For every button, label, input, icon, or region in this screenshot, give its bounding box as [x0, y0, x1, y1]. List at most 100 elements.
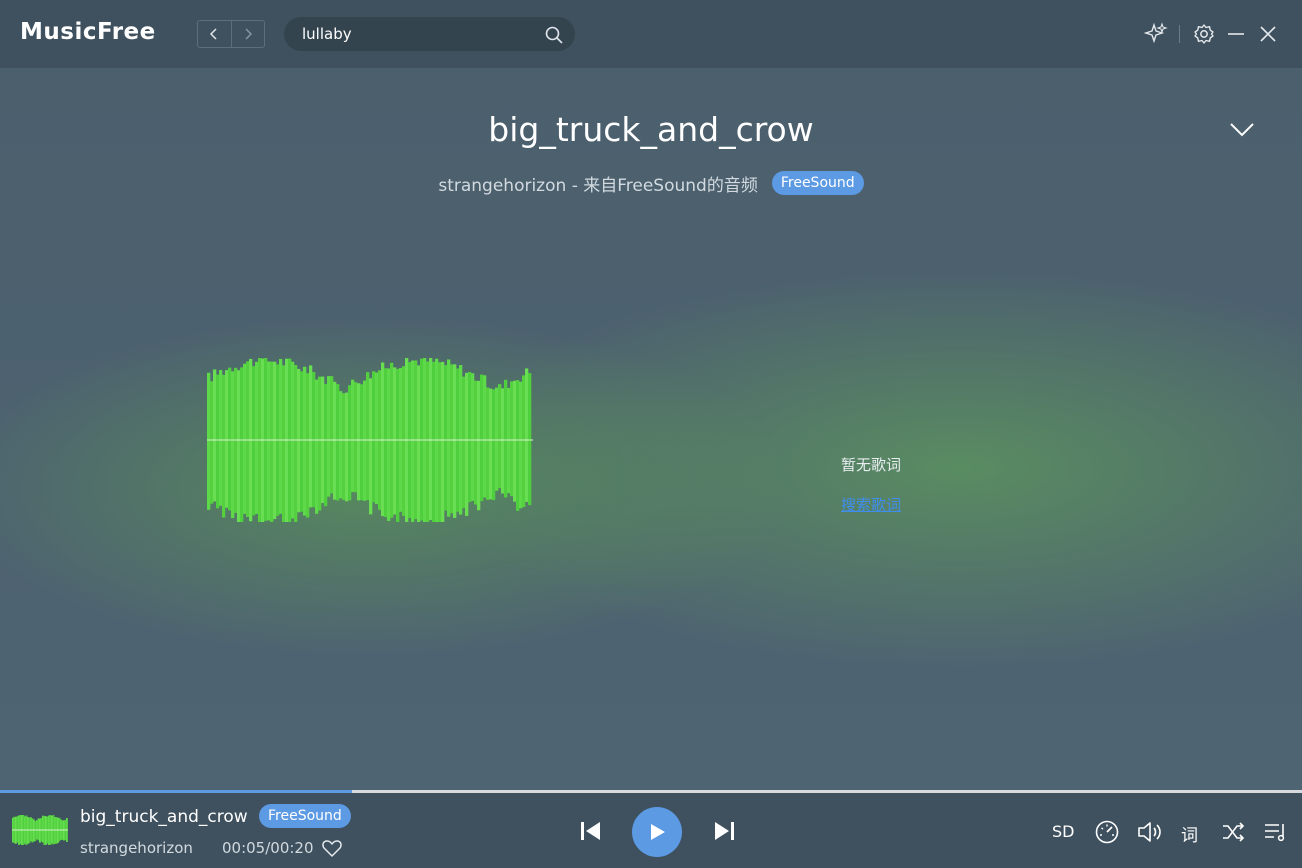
waveform-bar: [441, 361, 445, 522]
waveform-bar: [450, 364, 454, 514]
waveform-bar: [462, 376, 466, 509]
waveform-bar: [387, 368, 391, 521]
waveform-bar: [513, 380, 517, 502]
player-bar: big_truck_and_crow FreeSound strangehori…: [0, 793, 1302, 868]
waveform-bar: [477, 380, 481, 511]
waveform-bar: [384, 368, 388, 518]
waveform-bar: [318, 376, 322, 511]
volume-icon[interactable]: [1136, 819, 1164, 845]
waveform-bar: [411, 360, 415, 522]
app-logo: MusicFree: [20, 19, 156, 45]
waveform-bar: [357, 383, 361, 501]
waveform-bar: [438, 362, 442, 522]
heart-icon[interactable]: [321, 837, 343, 859]
play-button[interactable]: [632, 807, 682, 857]
waveform-bar: [306, 373, 310, 518]
waveform-bar: [372, 371, 376, 503]
playlist-icon[interactable]: [1263, 820, 1289, 844]
waveform-bar: [231, 371, 235, 519]
waveform-bar: [282, 365, 286, 522]
close-icon[interactable]: [1256, 22, 1280, 46]
search-icon[interactable]: [544, 25, 564, 45]
waveform-bar: [237, 370, 241, 522]
waveform-bar: [345, 392, 349, 502]
waveform-bar: [369, 378, 373, 515]
waveform-bar: [240, 367, 244, 522]
sparkle-icon[interactable]: [1144, 22, 1168, 46]
chevron-down-icon[interactable]: [1226, 116, 1258, 144]
waveform-bar: [339, 391, 343, 499]
waveform-bar: [351, 379, 355, 492]
waveform-bar: [294, 365, 298, 522]
song-subtitle: strangehorizon - 来自FreeSound的音频: [438, 175, 758, 196]
waveform-bar: [396, 368, 400, 522]
waveform-bar: [516, 380, 520, 511]
waveform-bar: [519, 381, 523, 509]
forward-icon: [245, 28, 252, 40]
forward-button[interactable]: [230, 21, 265, 47]
waveform-bar: [417, 365, 421, 522]
search-input[interactable]: [302, 17, 537, 51]
back-button[interactable]: [198, 21, 231, 47]
shuffle-icon[interactable]: [1221, 820, 1247, 844]
title-bar: MusicFree: [0, 0, 1302, 68]
waveform-bar: [444, 365, 448, 511]
waveform-bar: [375, 372, 379, 505]
player-source-badge: FreeSound: [259, 804, 351, 828]
source-badge: FreeSound: [771, 171, 864, 195]
player-artist: strangehorizon: [80, 839, 193, 857]
quality-toggle[interactable]: SD: [1052, 822, 1074, 841]
waveform-bar: [510, 381, 514, 497]
speed-icon[interactable]: [1094, 819, 1120, 845]
waveform-bar: [213, 369, 217, 502]
waveform-bar: [324, 383, 328, 507]
waveform-bar: [492, 389, 496, 501]
app-window: MusicFree big_tru: [0, 0, 1302, 868]
next-icon[interactable]: [711, 819, 737, 843]
waveform-centerline: [12, 829, 68, 831]
waveform-bar: [360, 384, 364, 501]
gear-icon[interactable]: [1192, 22, 1216, 46]
song-subtitle-row: strangehorizon - 来自FreeSound的音频 FreeSoun…: [0, 170, 1302, 196]
waveform-bar: [471, 373, 475, 501]
waveform-bar: [465, 372, 469, 516]
minimize-icon[interactable]: [1224, 22, 1248, 46]
waveform-bar: [300, 371, 304, 512]
waveform-bar: [453, 364, 457, 518]
waveform-bar: [255, 361, 259, 514]
waveform-bar: [210, 381, 214, 504]
waveform-bar: [354, 382, 358, 493]
waveform-bar: [225, 370, 229, 508]
search-lyrics-link[interactable]: 搜索歌词: [841, 494, 901, 515]
no-lyrics-text: 暂无歌词: [841, 456, 902, 474]
waveform-bar: [330, 376, 334, 494]
play-icon: [651, 824, 665, 840]
search-box: [284, 17, 575, 51]
waveform-bar: [522, 375, 526, 508]
back-icon: [210, 28, 217, 40]
waveform-bar: [315, 379, 319, 514]
waveform-bar: [366, 372, 370, 501]
waveform-bar: [348, 385, 352, 501]
waveform-bar: [447, 359, 451, 517]
waveform-bar: [432, 361, 436, 522]
player-song-title: big_truck_and_crow: [80, 807, 248, 827]
titlebar-divider: [1179, 25, 1180, 43]
album-thumbnail[interactable]: [12, 815, 68, 845]
waveform-bar: [207, 372, 211, 510]
waveform-bar: [483, 375, 487, 498]
waveform-bar: [402, 366, 406, 516]
waveform-bar: [222, 374, 226, 518]
waveform-bar: [342, 393, 346, 500]
waveform-bar: [279, 358, 283, 514]
song-title: big_truck_and_crow: [488, 110, 814, 149]
history-nav: [197, 20, 265, 48]
waveform-bar: [504, 379, 508, 498]
waveform-bar: [426, 361, 430, 522]
waveform-bar: [468, 371, 472, 503]
waveform-bar: [309, 365, 313, 508]
previous-icon[interactable]: [578, 819, 604, 843]
waveform-bar: [219, 370, 223, 506]
lyric-toggle[interactable]: 词: [1181, 821, 1198, 846]
player-time: 00:05/00:20: [222, 839, 314, 857]
